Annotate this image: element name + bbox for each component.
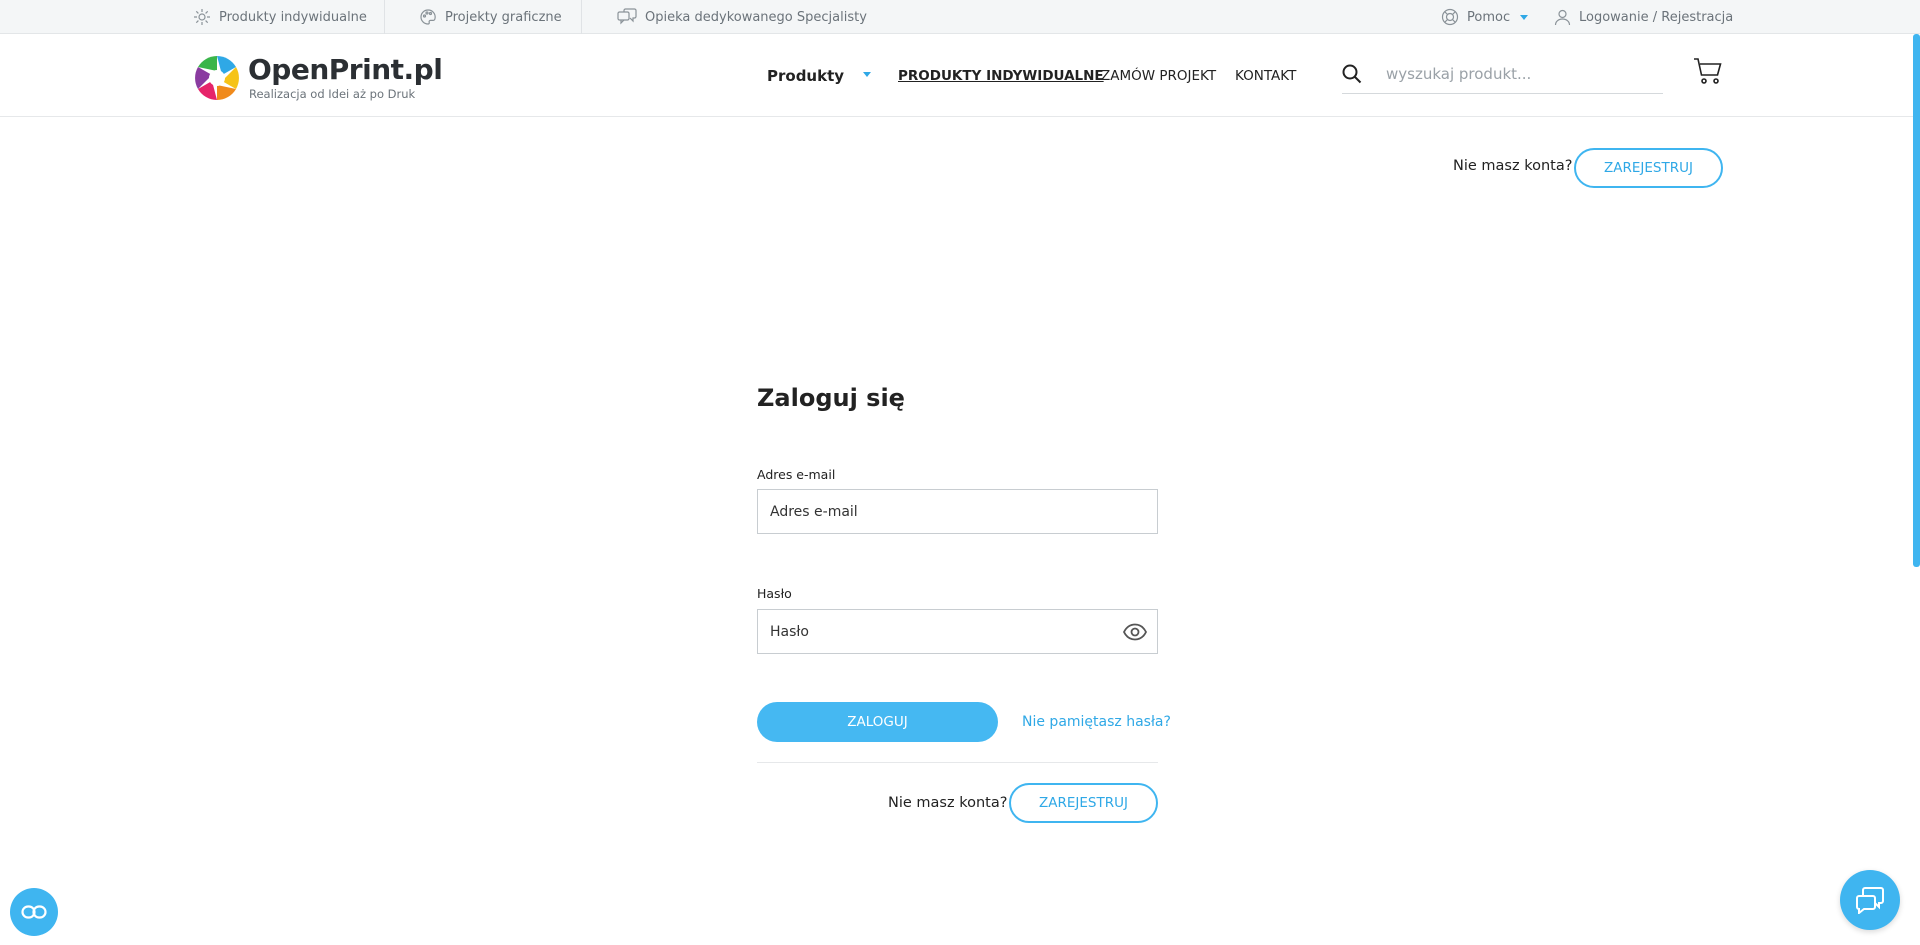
no-account-text-bottom: Nie masz konta?	[888, 795, 1008, 811]
accessibility-widget-button[interactable]	[10, 888, 58, 936]
password-field-wrapper	[757, 609, 1158, 654]
chat-widget-button[interactable]	[1840, 870, 1900, 930]
search-bar	[1342, 56, 1663, 94]
sparkle-icon	[194, 9, 210, 25]
user-icon	[1554, 9, 1571, 25]
topbar-divider	[581, 0, 582, 34]
brand-name: OpenPrint.pl	[248, 53, 443, 86]
topbar-link-specialist-care[interactable]: Opieka dedykowanego Specjalisty	[617, 0, 867, 34]
chat-bubbles-icon	[617, 8, 637, 25]
login-submit-button[interactable]: ZALOGUJ	[757, 702, 998, 742]
email-label: Adres e-mail	[757, 467, 836, 482]
search-icon[interactable]	[1342, 64, 1362, 84]
nav-order-project[interactable]: ZAMÓW PROJEKT	[1101, 34, 1216, 117]
topbar-link-label: Opieka dedykowanego Specjalisty	[645, 9, 867, 25]
register-button-top[interactable]: ZAREJESTRUJ	[1574, 148, 1723, 188]
password-input[interactable]	[770, 610, 1110, 653]
site-logo[interactable]: OpenPrint.pl Realizacja od Idei aż po Dr…	[192, 53, 462, 103]
page-scrollbar[interactable]	[1913, 34, 1920, 567]
topbar-link-graphic-projects[interactable]: Projekty graficzne	[419, 0, 562, 34]
password-label: Hasło	[757, 586, 792, 601]
page-title: Zaloguj się	[757, 384, 905, 412]
nav-products-label: Produkty	[767, 66, 845, 85]
chevron-down-icon[interactable]	[863, 72, 871, 77]
nav-contact[interactable]: KONTAKT	[1235, 34, 1296, 117]
nav-products-menu[interactable]: Produkty	[767, 34, 844, 117]
email-field-wrapper	[757, 489, 1158, 534]
chevron-down-icon	[1520, 14, 1529, 20]
link-icon	[21, 905, 47, 919]
forgot-password-link[interactable]: Nie pamiętasz hasła?	[1022, 702, 1171, 742]
cart-icon[interactable]	[1693, 56, 1723, 86]
search-input[interactable]	[1386, 60, 1656, 88]
openprint-logo-icon	[193, 54, 241, 102]
register-button-bottom[interactable]: ZAREJESTRUJ	[1009, 783, 1158, 823]
help-label: Pomoc	[1467, 9, 1511, 25]
nav-individual-products[interactable]: PRODUKTY INDYWIDUALNE	[898, 34, 1104, 117]
top-utility-bar: Produkty indywidualne Projekty graficzne…	[0, 0, 1920, 34]
login-register-label: Logowanie / Rejestracja	[1579, 9, 1734, 25]
email-input[interactable]	[770, 490, 1110, 533]
form-divider	[757, 762, 1158, 763]
topbar-link-products-individual[interactable]: Produkty indywidualne	[193, 0, 367, 34]
topbar-link-label: Produkty indywidualne	[219, 9, 367, 25]
lifebuoy-icon	[1441, 8, 1459, 26]
chat-icon	[1856, 887, 1884, 914]
no-account-text: Nie masz konta?	[1453, 158, 1573, 174]
topbar-link-label: Projekty graficzne	[445, 9, 562, 25]
palette-icon	[420, 9, 436, 25]
login-register-link[interactable]: Logowanie / Rejestracja	[1554, 0, 1733, 34]
brand-tagline: Realizacja od Idei aż po Druk	[249, 87, 416, 101]
eye-icon[interactable]	[1123, 622, 1147, 642]
main-header: OpenPrint.pl Realizacja od Idei aż po Dr…	[0, 34, 1920, 117]
topbar-divider	[384, 0, 385, 34]
help-menu[interactable]: Pomoc	[1441, 0, 1529, 34]
